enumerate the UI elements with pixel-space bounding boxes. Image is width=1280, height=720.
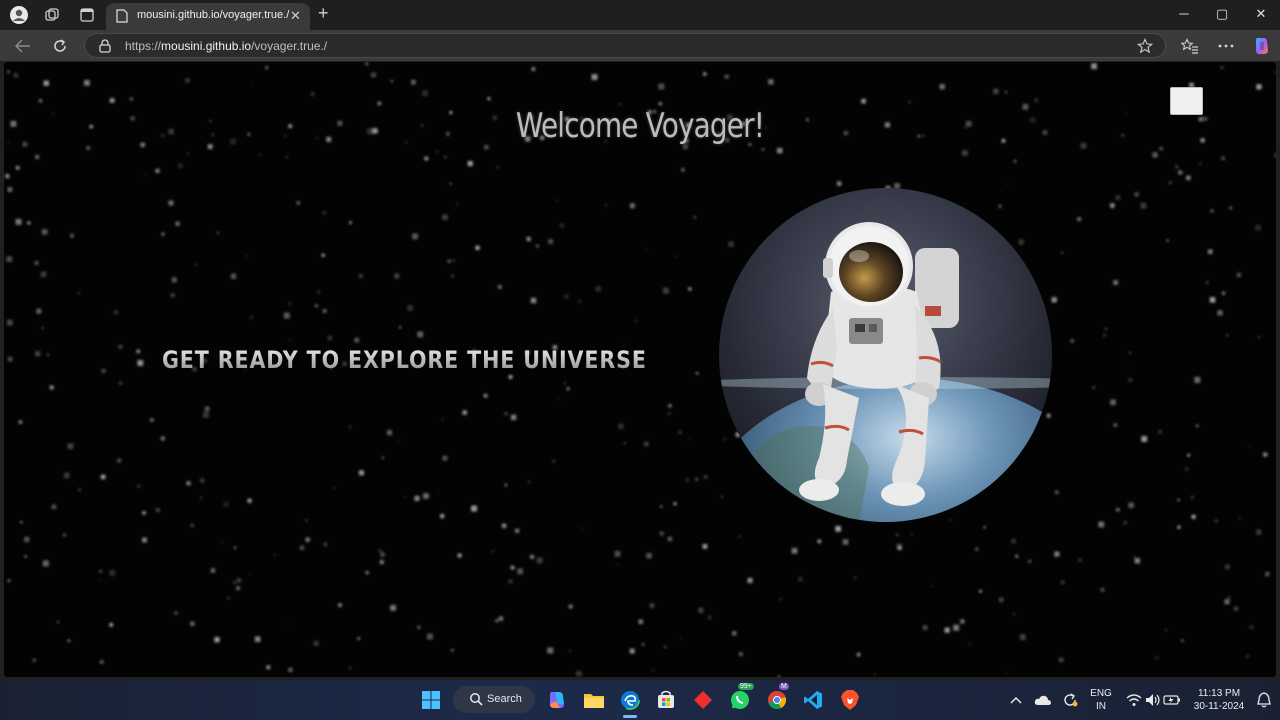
notifications-icon[interactable]	[1250, 687, 1278, 713]
search-label: Search	[487, 693, 522, 705]
active-tab[interactable]: mousini.github.io/voyager.true./ ✕	[106, 3, 310, 30]
tab-title: mousini.github.io/voyager.true./	[137, 9, 290, 21]
minimize-button[interactable]: ─	[1174, 6, 1194, 21]
url-path: /voyager.true./	[251, 39, 328, 53]
clock-time: 11:13 PM	[1197, 688, 1241, 699]
close-tab-icon[interactable]: ✕	[290, 8, 301, 24]
whatsapp-badge: 99+	[738, 683, 754, 690]
refresh-button[interactable]	[48, 35, 72, 57]
show-hidden-icons-chevron-icon[interactable]	[1002, 687, 1030, 713]
file-explorer-icon[interactable]	[580, 687, 608, 713]
browser-toolbar: https://mousini.github.io/voyager.true./	[0, 30, 1280, 61]
url-text[interactable]: https://mousini.github.io/voyager.true./	[125, 39, 327, 53]
chrome-icon[interactable]: M	[763, 683, 791, 713]
astronaut-image	[719, 188, 1052, 522]
page-favicon-icon	[116, 9, 128, 28]
favorite-star-icon[interactable]	[1136, 38, 1154, 59]
brave-browser-icon[interactable]	[836, 687, 864, 713]
battery-icon[interactable]	[1158, 687, 1186, 713]
url-scheme: https://	[125, 39, 162, 53]
workspaces-icon[interactable]	[40, 4, 64, 26]
language-code: ENG	[1090, 688, 1112, 699]
url-host: mousini.github.io	[161, 39, 252, 53]
menu-button[interactable]	[1170, 87, 1203, 115]
address-bar[interactable]: https://mousini.github.io/voyager.true./	[84, 33, 1166, 58]
vscode-icon[interactable]	[799, 687, 827, 713]
whatsapp-icon[interactable]: 99+	[726, 683, 754, 713]
search-icon	[469, 692, 483, 711]
copilot-icon[interactable]	[1250, 35, 1274, 57]
page-title: Welcome Voyager!	[515, 106, 765, 146]
lock-icon[interactable]	[99, 39, 111, 58]
region-code: IN	[1096, 701, 1106, 712]
tab-actions-icon[interactable]	[75, 4, 99, 26]
favorites-icon[interactable]	[1178, 35, 1202, 57]
new-tab-button[interactable]: +	[318, 3, 329, 24]
onedrive-cloud-icon[interactable]	[1029, 687, 1057, 713]
taskbar-search-box[interactable]: Search	[453, 686, 535, 713]
maximize-button[interactable]: ▢	[1212, 6, 1232, 22]
close-window-button[interactable]: ✕	[1251, 6, 1271, 22]
back-button[interactable]	[11, 35, 35, 57]
language-indicator[interactable]: ENG IN	[1088, 687, 1114, 713]
hero-tagline: GET READY TO EXPLORE THE UNIVERSE	[162, 346, 647, 374]
clock[interactable]: 11:13 PM 30-11-2024	[1186, 687, 1252, 713]
start-windows-icon[interactable]	[417, 687, 445, 713]
more-menu-icon[interactable]	[1214, 35, 1238, 57]
copilot-app-icon[interactable]	[543, 687, 571, 713]
windows-taskbar: Search 99+ M ENG IN 11:13 PM 30-11-2024	[0, 680, 1280, 720]
edge-browser-icon[interactable]	[616, 687, 644, 718]
browser-tab-bar: mousini.github.io/voyager.true./ ✕ + ─ ▢…	[0, 0, 1280, 30]
red-diamond-app-icon[interactable]	[689, 687, 717, 713]
profile-avatar-icon[interactable]	[7, 4, 31, 26]
chrome-profile-badge: M	[779, 683, 789, 690]
microsoft-store-icon[interactable]	[652, 687, 680, 713]
sync-status-icon[interactable]	[1056, 687, 1084, 713]
page-viewport: Welcome Voyager! GET READY TO EXPLORE TH…	[4, 62, 1276, 677]
clock-date: 30-11-2024	[1193, 701, 1245, 712]
